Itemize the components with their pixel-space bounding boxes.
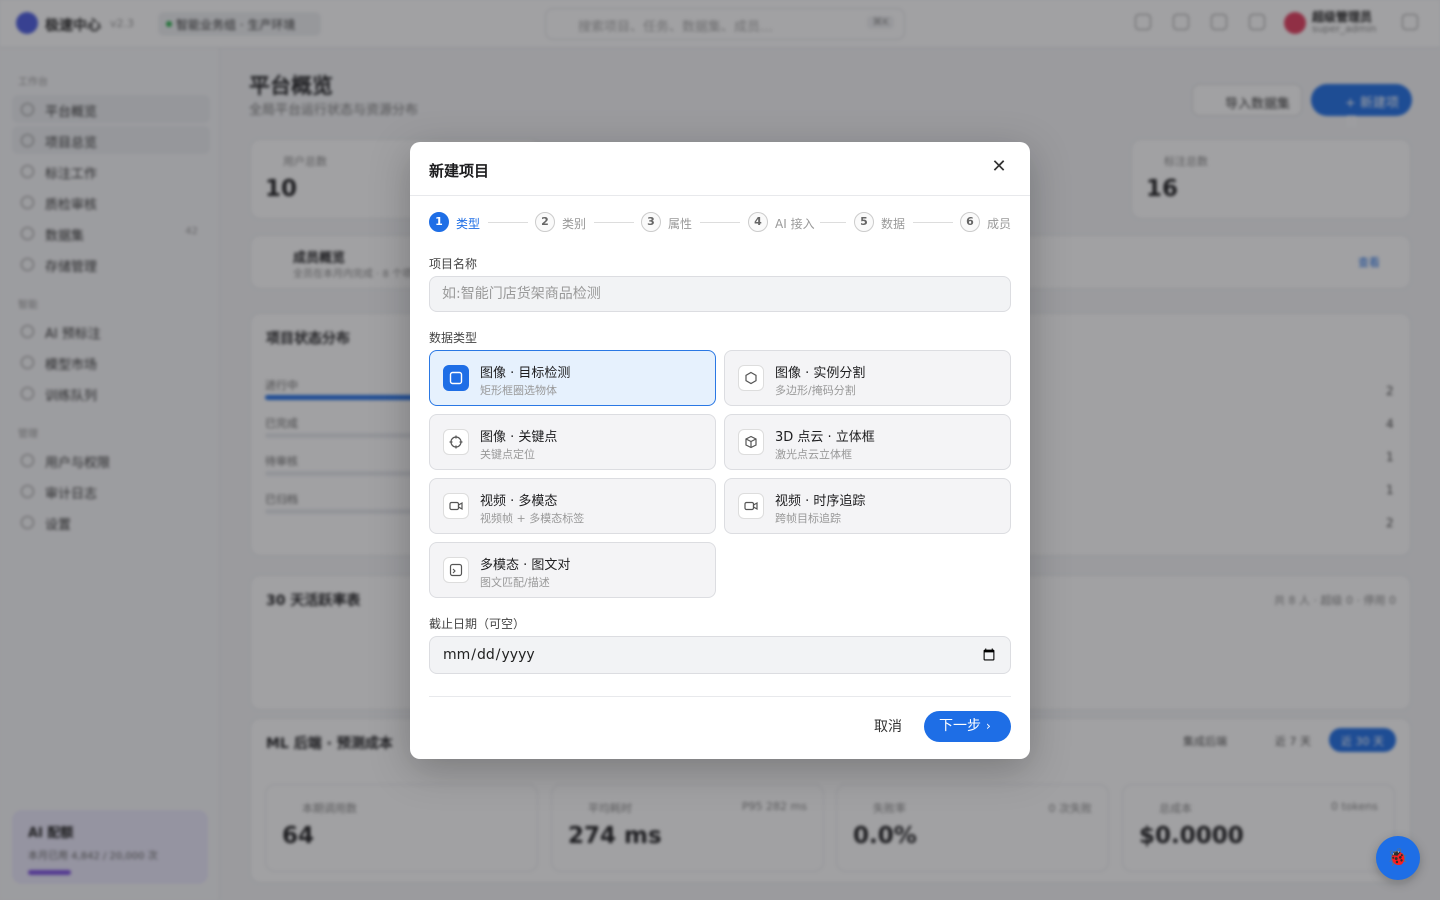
step-number: 5	[854, 212, 874, 232]
deadline-date-input[interactable]	[429, 636, 1011, 674]
type-option-subtitle: 激光点云立体框	[775, 448, 852, 461]
type-option-title: 视频 · 时序追踪	[775, 494, 866, 509]
project-name-input[interactable]	[429, 276, 1011, 312]
chevron-right-icon: ›	[986, 719, 991, 733]
type-option-subtitle: 矩形框圈选物体	[480, 384, 557, 397]
type-option-title: 图像 · 实例分割	[775, 366, 866, 381]
type-option-image-text[interactable]: 多模态 · 图文对 图文匹配/描述	[429, 542, 716, 598]
type-option-subtitle: 视频帧 + 多模态标签	[480, 512, 585, 525]
step-connector	[594, 222, 634, 223]
step-connector	[488, 222, 528, 223]
step-number: 3	[641, 212, 661, 232]
step-connector	[820, 222, 846, 223]
step-number: 4	[748, 212, 768, 232]
divider	[429, 696, 1011, 697]
step-connector	[700, 222, 740, 223]
step-label: 数据	[881, 217, 906, 231]
cube-icon	[738, 429, 764, 455]
divider	[410, 195, 1030, 196]
dialog-title: 新建项目	[429, 162, 490, 180]
data-type-label: 数据类型	[429, 331, 478, 345]
step-label: AI 接入	[775, 217, 815, 231]
hexagon-icon	[738, 365, 764, 391]
type-option-title: 视频 · 多模态	[480, 494, 558, 509]
step-number: 6	[960, 212, 980, 232]
type-option-subtitle: 跨帧目标追踪	[775, 512, 841, 525]
type-option-subtitle: 图文匹配/描述	[480, 576, 550, 589]
step-label: 类型	[456, 217, 481, 231]
close-icon[interactable]: ✕	[991, 158, 1007, 176]
image-icon	[443, 557, 469, 583]
step-label: 成员	[987, 217, 1012, 231]
next-button[interactable]: 下一步 ›	[924, 711, 1011, 742]
type-option-video-tracking[interactable]: 视频 · 时序追踪 跨帧目标追踪	[724, 478, 1011, 534]
type-option-pointcloud[interactable]: 3D 点云 · 立体框 激光点云立体框	[724, 414, 1011, 470]
video-icon	[443, 493, 469, 519]
type-option-image-segmentation[interactable]: 图像 · 实例分割 多边形/掩码分割	[724, 350, 1011, 406]
video-icon	[738, 493, 764, 519]
type-option-video-multimodal[interactable]: 视频 · 多模态 视频帧 + 多模态标签	[429, 478, 716, 534]
deadline-label: 截止日期（可空）	[429, 617, 526, 631]
project-name-label: 项目名称	[429, 257, 478, 271]
cancel-button[interactable]: 取消	[860, 712, 916, 742]
type-option-title: 3D 点云 · 立体框	[775, 430, 875, 445]
step-label: 类别	[562, 217, 587, 231]
next-button-label: 下一步	[939, 718, 981, 734]
step-label: 属性	[668, 217, 693, 231]
type-option-image-detection[interactable]: 图像 · 目标检测 矩形框圈选物体	[429, 350, 716, 406]
type-option-title: 图像 · 关键点	[480, 430, 558, 445]
type-option-title: 多模态 · 图文对	[480, 558, 571, 573]
type-option-subtitle: 多边形/掩码分割	[775, 384, 856, 397]
type-option-subtitle: 关键点定位	[480, 448, 535, 461]
bug-report-button[interactable]: 🐞	[1376, 836, 1420, 880]
square-icon	[443, 365, 469, 391]
step-connector	[913, 222, 953, 223]
step-number: 2	[535, 212, 555, 232]
type-option-image-keypoint[interactable]: 图像 · 关键点 关键点定位	[429, 414, 716, 470]
crosshair-icon	[443, 429, 469, 455]
new-project-dialog: 新建项目 ✕ 1 类型 2 类别 3 属性 4 AI 接入 5 数据 6 成员 项目名称 数…	[410, 142, 1030, 759]
step-number: 1	[429, 212, 449, 232]
type-option-title: 图像 · 目标检测	[480, 366, 571, 381]
